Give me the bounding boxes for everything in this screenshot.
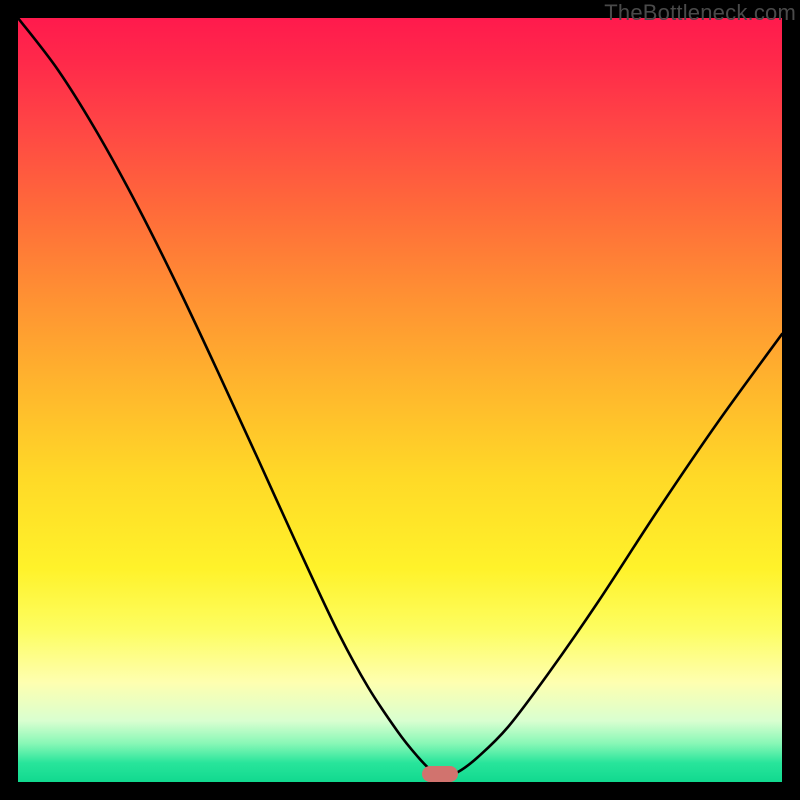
bottleneck-curve	[18, 18, 782, 782]
watermark-text: TheBottleneck.com	[604, 0, 796, 26]
chart-frame	[18, 18, 782, 782]
optimal-marker	[422, 766, 458, 782]
